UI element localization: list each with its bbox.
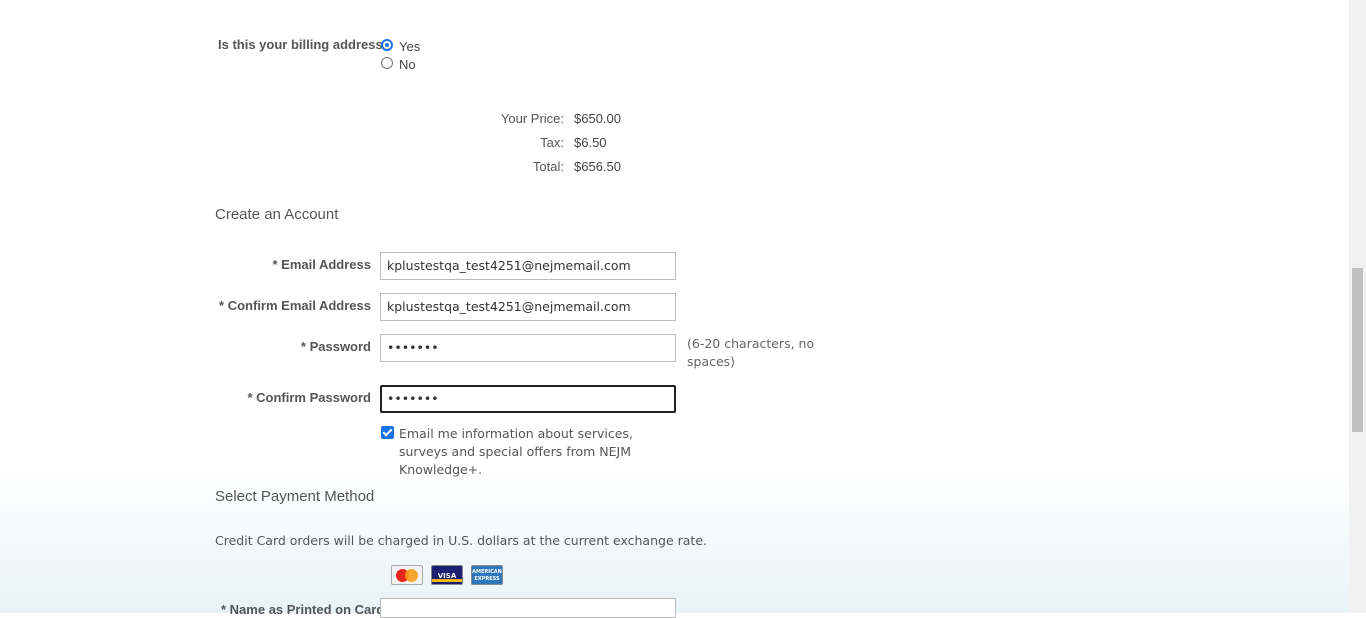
name-on-card-label: * Name as Printed on Card	[221, 602, 385, 617]
confirm-email-field[interactable]: kplustestqa_test4251@nejmemail.com	[380, 293, 676, 321]
confirm-email-label: * Confirm Email Address	[219, 298, 371, 313]
billing-yes-label[interactable]: Yes	[399, 39, 420, 54]
payment-method-heading: Select Payment Method	[215, 488, 375, 505]
confirm-password-field[interactable]: •••••••	[380, 385, 676, 413]
name-on-card-field[interactable]	[380, 598, 676, 618]
create-account-heading: Create an Account	[215, 206, 339, 223]
email-optin-label: Email me information about services, sur…	[399, 426, 633, 477]
tax-label: Tax:	[540, 135, 564, 150]
email-optin-checkbox[interactable]	[381, 426, 394, 439]
billing-no-radio[interactable]	[381, 57, 393, 69]
total-value: $656.50	[574, 159, 621, 174]
tax-value: $6.50	[574, 135, 607, 150]
confirm-password-label: * Confirm Password	[247, 390, 371, 405]
password-field[interactable]: •••••••	[380, 334, 676, 362]
currency-note: Credit Card orders will be charged in U.…	[215, 533, 707, 548]
password-label: * Password	[300, 339, 371, 354]
billing-no-label[interactable]: No	[399, 57, 416, 72]
email-label: * Email Address	[272, 257, 371, 272]
scrollbar-thumb[interactable]	[1352, 268, 1363, 432]
email-field[interactable]: kplustestqa_test4251@nejmemail.com	[380, 252, 676, 280]
price-label: Your Price:	[500, 111, 564, 126]
billing-question-label: Is this your billing address?	[218, 37, 391, 52]
visa-icon: VISA	[431, 565, 463, 585]
price-value: $650.00	[574, 111, 621, 126]
mastercard-icon	[391, 565, 423, 585]
password-hint: (6-20 characters, no spaces)	[687, 336, 815, 369]
total-label: Total:	[532, 159, 564, 174]
billing-yes-radio[interactable]	[381, 39, 393, 51]
amex-icon: AMERICAN EXPRESS	[471, 565, 503, 585]
